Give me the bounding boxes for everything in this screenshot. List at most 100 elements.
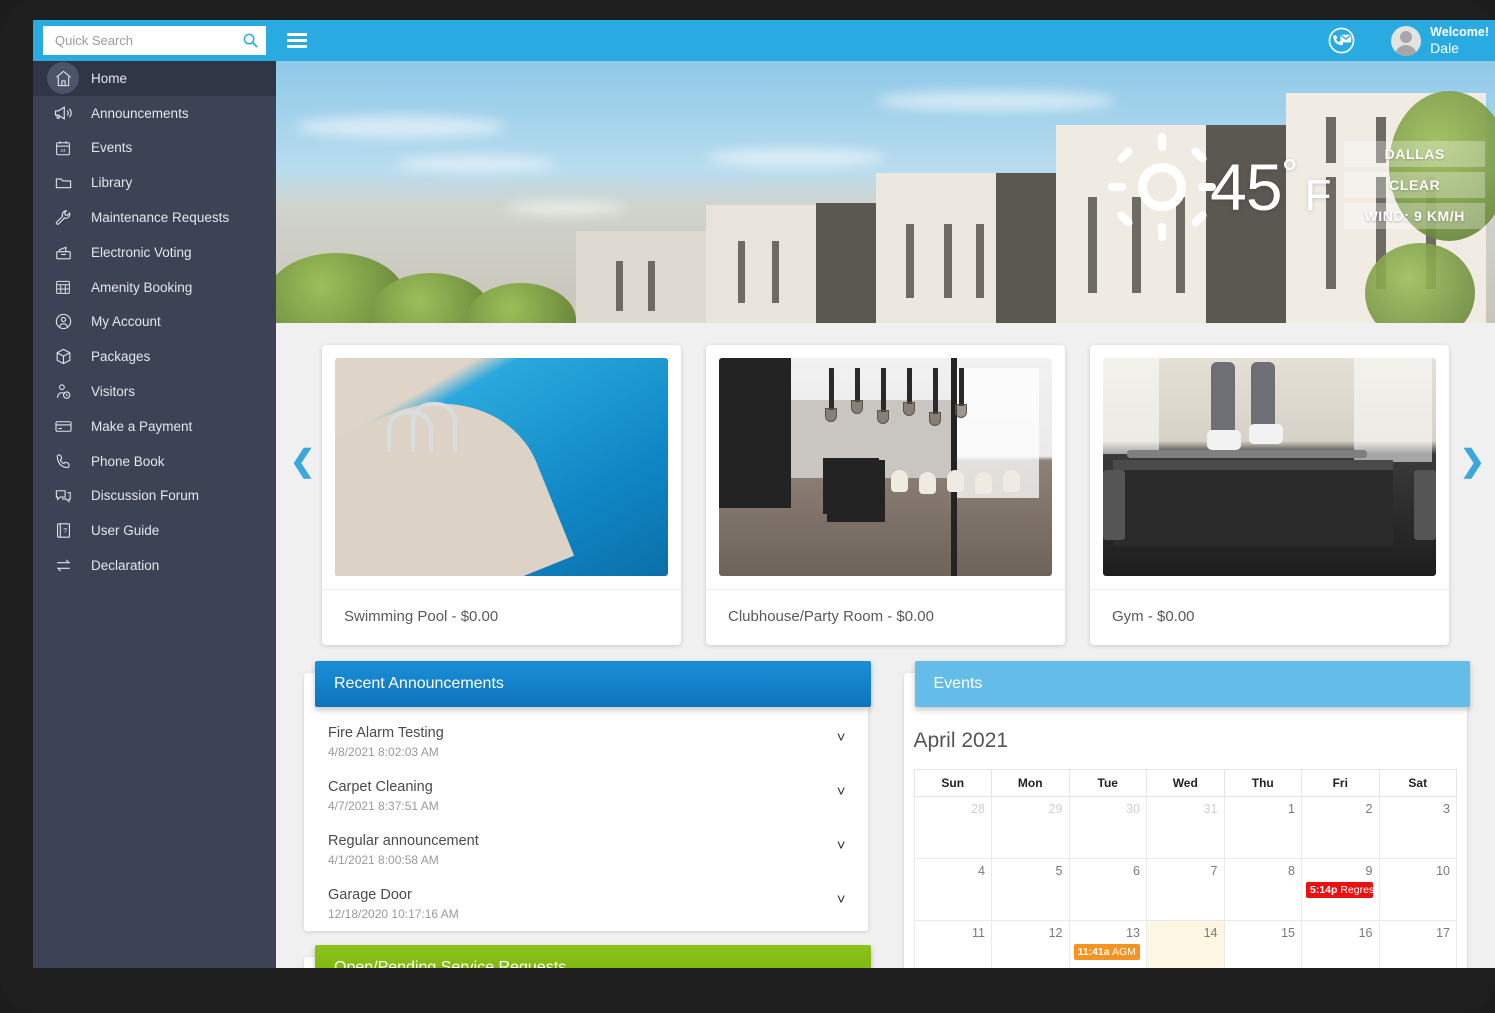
announcement-item[interactable]: Carpet Cleaning 4/7/2021 8:37:51 AM ˅ [304, 769, 868, 823]
calendar-grid-icon [47, 271, 79, 303]
amenity-card-label: Swimming Pool - $0.00 [322, 589, 681, 645]
calendar-day-cell[interactable]: 31 [1146, 796, 1225, 859]
sidebar-item-label: Discussion Forum [91, 488, 200, 504]
phone-envelope-icon[interactable] [1328, 27, 1355, 54]
chevron-down-icon[interactable]: ˅ [837, 779, 846, 800]
sidebar-item-amenity-booking[interactable]: Amenity Booking [33, 270, 276, 305]
calendar-day-cell[interactable]: 9 5:14p Regression [1301, 858, 1380, 921]
calendar-day-cell[interactable]: 10 [1378, 858, 1457, 921]
calendar-event[interactable]: 11:41a AGM [1073, 944, 1140, 960]
sidebar-item-electronic-voting[interactable]: Electronic Voting [33, 235, 276, 270]
search-input[interactable] [55, 33, 243, 48]
calendar-day-cell[interactable]: 17 [1378, 920, 1457, 968]
calendar-day-cell[interactable]: 4 [913, 858, 992, 921]
calendar-event[interactable]: 5:14p Regression [1306, 882, 1373, 898]
calendar-weekday: Sat [1378, 769, 1457, 797]
calendar-day-number: 5 [1055, 864, 1063, 878]
search-icon[interactable] [243, 33, 258, 48]
sidebar: Home Announcements 24 Events Library [33, 20, 276, 968]
calendar-weekday: Wed [1146, 769, 1225, 797]
top-bar: Welcome! Dale [276, 20, 1495, 61]
chevron-right-icon[interactable]: ❯ [1460, 447, 1485, 477]
announcement-title: Garage Door [328, 887, 412, 903]
calendar-event-time: 5:14p [1310, 884, 1338, 896]
announcement-date: 4/7/2021 8:37:51 AM [328, 799, 439, 813]
calendar-day-number: 13 [1126, 926, 1140, 940]
box-icon [47, 341, 79, 373]
sidebar-item-declaration[interactable]: Declaration [33, 548, 276, 583]
temperature-value: 45 [1210, 150, 1282, 224]
calendar-day-cell[interactable]: 5 [991, 858, 1070, 921]
calendar-day-cell[interactable]: 16 [1301, 920, 1380, 968]
sidebar-item-phone-book[interactable]: Phone Book [33, 444, 276, 479]
sidebar-item-home[interactable]: Home [33, 61, 276, 96]
sidebar-item-label: Amenity Booking [91, 279, 193, 295]
sidebar-item-my-account[interactable]: My Account [33, 305, 276, 340]
calendar-day-cell[interactable]: 8 [1223, 858, 1302, 921]
calendar-event-name: Regression [1340, 884, 1373, 896]
calendar-weekday: Mon [991, 769, 1070, 797]
calendar-day-number: 3 [1443, 802, 1450, 816]
app-screen: Home Announcements 24 Events Library [33, 20, 1495, 968]
weather-city: DALLAS [1344, 140, 1485, 167]
chevron-left-icon[interactable]: ❮ [290, 447, 315, 477]
calendar-day-cell[interactable]: 12 [991, 920, 1070, 968]
chevron-down-icon[interactable]: ˅ [837, 833, 846, 854]
sidebar-item-events[interactable]: 24 Events [33, 131, 276, 166]
announcement-date: 4/1/2021 8:00:58 AM [328, 853, 439, 867]
chevron-down-icon[interactable]: ˅ [837, 725, 846, 746]
calendar-day-cell[interactable]: 13 11:41a AGM [1068, 920, 1147, 968]
left-panel-column: Recent Announcements Fire Alarm Testing … [304, 661, 871, 968]
announcement-item[interactable]: Fire Alarm Testing 4/8/2021 8:02:03 AM ˅ [304, 715, 868, 769]
announcement-item[interactable]: Regular announcement 4/1/2021 8:00:58 AM… [304, 823, 868, 877]
sidebar-item-label: Announcements [91, 105, 189, 121]
service-requests-header: Open/Pending Service Requests [315, 945, 871, 968]
calendar-day-cell[interactable]: 3 [1378, 796, 1457, 859]
calendar-day-number: 17 [1436, 926, 1450, 940]
calendar-day-cell[interactable]: 1 [1223, 796, 1302, 859]
amenity-card[interactable]: Clubhouse/Party Room - $0.00 [706, 345, 1065, 645]
sidebar-item-maintenance-requests[interactable]: Maintenance Requests [33, 200, 276, 235]
calendar-day-cell[interactable]: 2 [1301, 796, 1380, 859]
sidebar-item-make-a-payment[interactable]: Make a Payment [33, 409, 276, 444]
amenity-card[interactable]: Swimming Pool - $0.00 [322, 345, 681, 645]
calendar-day-cell[interactable]: 14 [1146, 920, 1225, 968]
clubhouse-party-room-photo [719, 358, 1052, 576]
search-box[interactable] [43, 26, 266, 55]
events-panel: April 2021 Sun Mon Tue Wed Thu Fri Sat 2… [903, 673, 1467, 968]
sidebar-item-user-guide[interactable]: ? User Guide [33, 513, 276, 548]
sidebar-item-announcements[interactable]: Announcements [33, 96, 276, 131]
calendar-day-cell[interactable]: 30 [1068, 796, 1147, 859]
calendar-day-cell[interactable]: 7 [1146, 858, 1225, 921]
sidebar-item-label: Declaration [91, 558, 160, 574]
chevron-down-icon[interactable]: ˅ [837, 887, 846, 908]
calendar-day-cell[interactable]: 15 [1223, 920, 1302, 968]
user-avatar[interactable] [1391, 25, 1422, 56]
calendar-day-number: 9 [1365, 864, 1373, 878]
calendar-day-cell[interactable]: 6 [1068, 858, 1147, 921]
device-bezel: Home Announcements 24 Events Library [0, 0, 1495, 1013]
weather-temperature: 45° F [1210, 154, 1331, 220]
calendar-day-cell[interactable]: 11 [913, 920, 992, 968]
calendar-weekday: Fri [1301, 769, 1380, 797]
amenity-card-label: Clubhouse/Party Room - $0.00 [706, 589, 1065, 645]
calendar-month-label: April 2021 [913, 729, 1009, 752]
calendar-day-number: 16 [1358, 926, 1373, 940]
ballot-box-icon [47, 236, 79, 268]
amenity-card[interactable]: Gym - $0.00 [1090, 345, 1449, 645]
panel-title: Events [933, 675, 983, 692]
announcement-item[interactable]: Garage Door 12/18/2020 10:17:16 AM ˅ [304, 877, 868, 931]
announcement-title: Carpet Cleaning [328, 779, 433, 795]
calendar-day-number: 29 [1048, 802, 1063, 816]
calendar-day-cell[interactable]: 29 [991, 796, 1070, 859]
sidebar-item-packages[interactable]: Packages [33, 339, 276, 374]
sidebar-item-visitors[interactable]: Visitors [33, 374, 276, 409]
calendar-day-cell[interactable]: 28 [913, 796, 992, 859]
sidebar-item-library[interactable]: Library [33, 165, 276, 200]
events-panel-column: Events April 2021 Sun Mon Tue Wed Thu Fr… [903, 661, 1470, 968]
calendar-event-time: 11:41a [1077, 946, 1110, 958]
calendar-day-number: 10 [1436, 864, 1450, 878]
calendar-icon: 24 [47, 132, 79, 164]
sidebar-item-discussion-forum[interactable]: Discussion Forum [33, 479, 276, 514]
hamburger-icon[interactable] [287, 33, 307, 48]
